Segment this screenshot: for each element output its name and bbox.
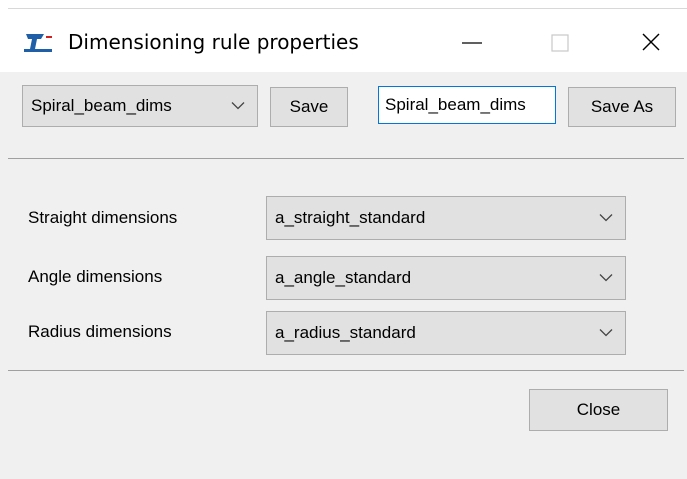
rule-name-input-value: Spiral_beam_dims xyxy=(385,95,526,114)
title-bar: Dimensioning rule properties xyxy=(0,0,687,72)
angle-dimensions-label: Angle dimensions xyxy=(28,267,163,286)
chevron-down-icon xyxy=(599,214,613,222)
radius-dimensions-label: Radius dimensions xyxy=(28,322,172,341)
minimize-button[interactable] xyxy=(452,26,492,60)
title-bar-top-edge xyxy=(8,8,687,9)
close-window-button[interactable] xyxy=(632,26,672,60)
straight-dimensions-select[interactable]: a_straight_standard xyxy=(266,196,626,240)
chevron-down-icon xyxy=(599,329,613,337)
save-as-button[interactable]: Save As xyxy=(568,87,676,127)
rule-select[interactable]: Spiral_beam_dims xyxy=(22,85,258,127)
window-title: Dimensioning rule properties xyxy=(68,30,359,54)
maximize-button[interactable] xyxy=(540,26,580,60)
rule-select-value: Spiral_beam_dims xyxy=(31,96,172,115)
save-button[interactable]: Save xyxy=(270,87,348,127)
app-icon xyxy=(24,32,54,52)
top-divider xyxy=(8,158,684,159)
radius-dimensions-select[interactable]: a_radius_standard xyxy=(266,311,626,355)
chevron-down-icon xyxy=(231,102,245,110)
chevron-down-icon xyxy=(599,274,613,282)
angle-dimensions-value: a_angle_standard xyxy=(275,268,412,287)
bottom-divider xyxy=(8,370,684,371)
radius-dimensions-value: a_radius_standard xyxy=(275,323,416,342)
close-button[interactable]: Close xyxy=(529,389,668,431)
angle-dimensions-select[interactable]: a_angle_standard xyxy=(266,256,626,300)
straight-dimensions-value: a_straight_standard xyxy=(275,208,426,227)
straight-dimensions-label: Straight dimensions xyxy=(28,208,178,227)
dialog-window: Dimensioning rule properties Spiral_beam… xyxy=(0,0,687,479)
close-icon xyxy=(642,33,660,51)
rule-name-input[interactable]: Spiral_beam_dims xyxy=(378,86,556,124)
minimize-icon xyxy=(462,42,482,44)
maximize-icon xyxy=(551,34,569,52)
